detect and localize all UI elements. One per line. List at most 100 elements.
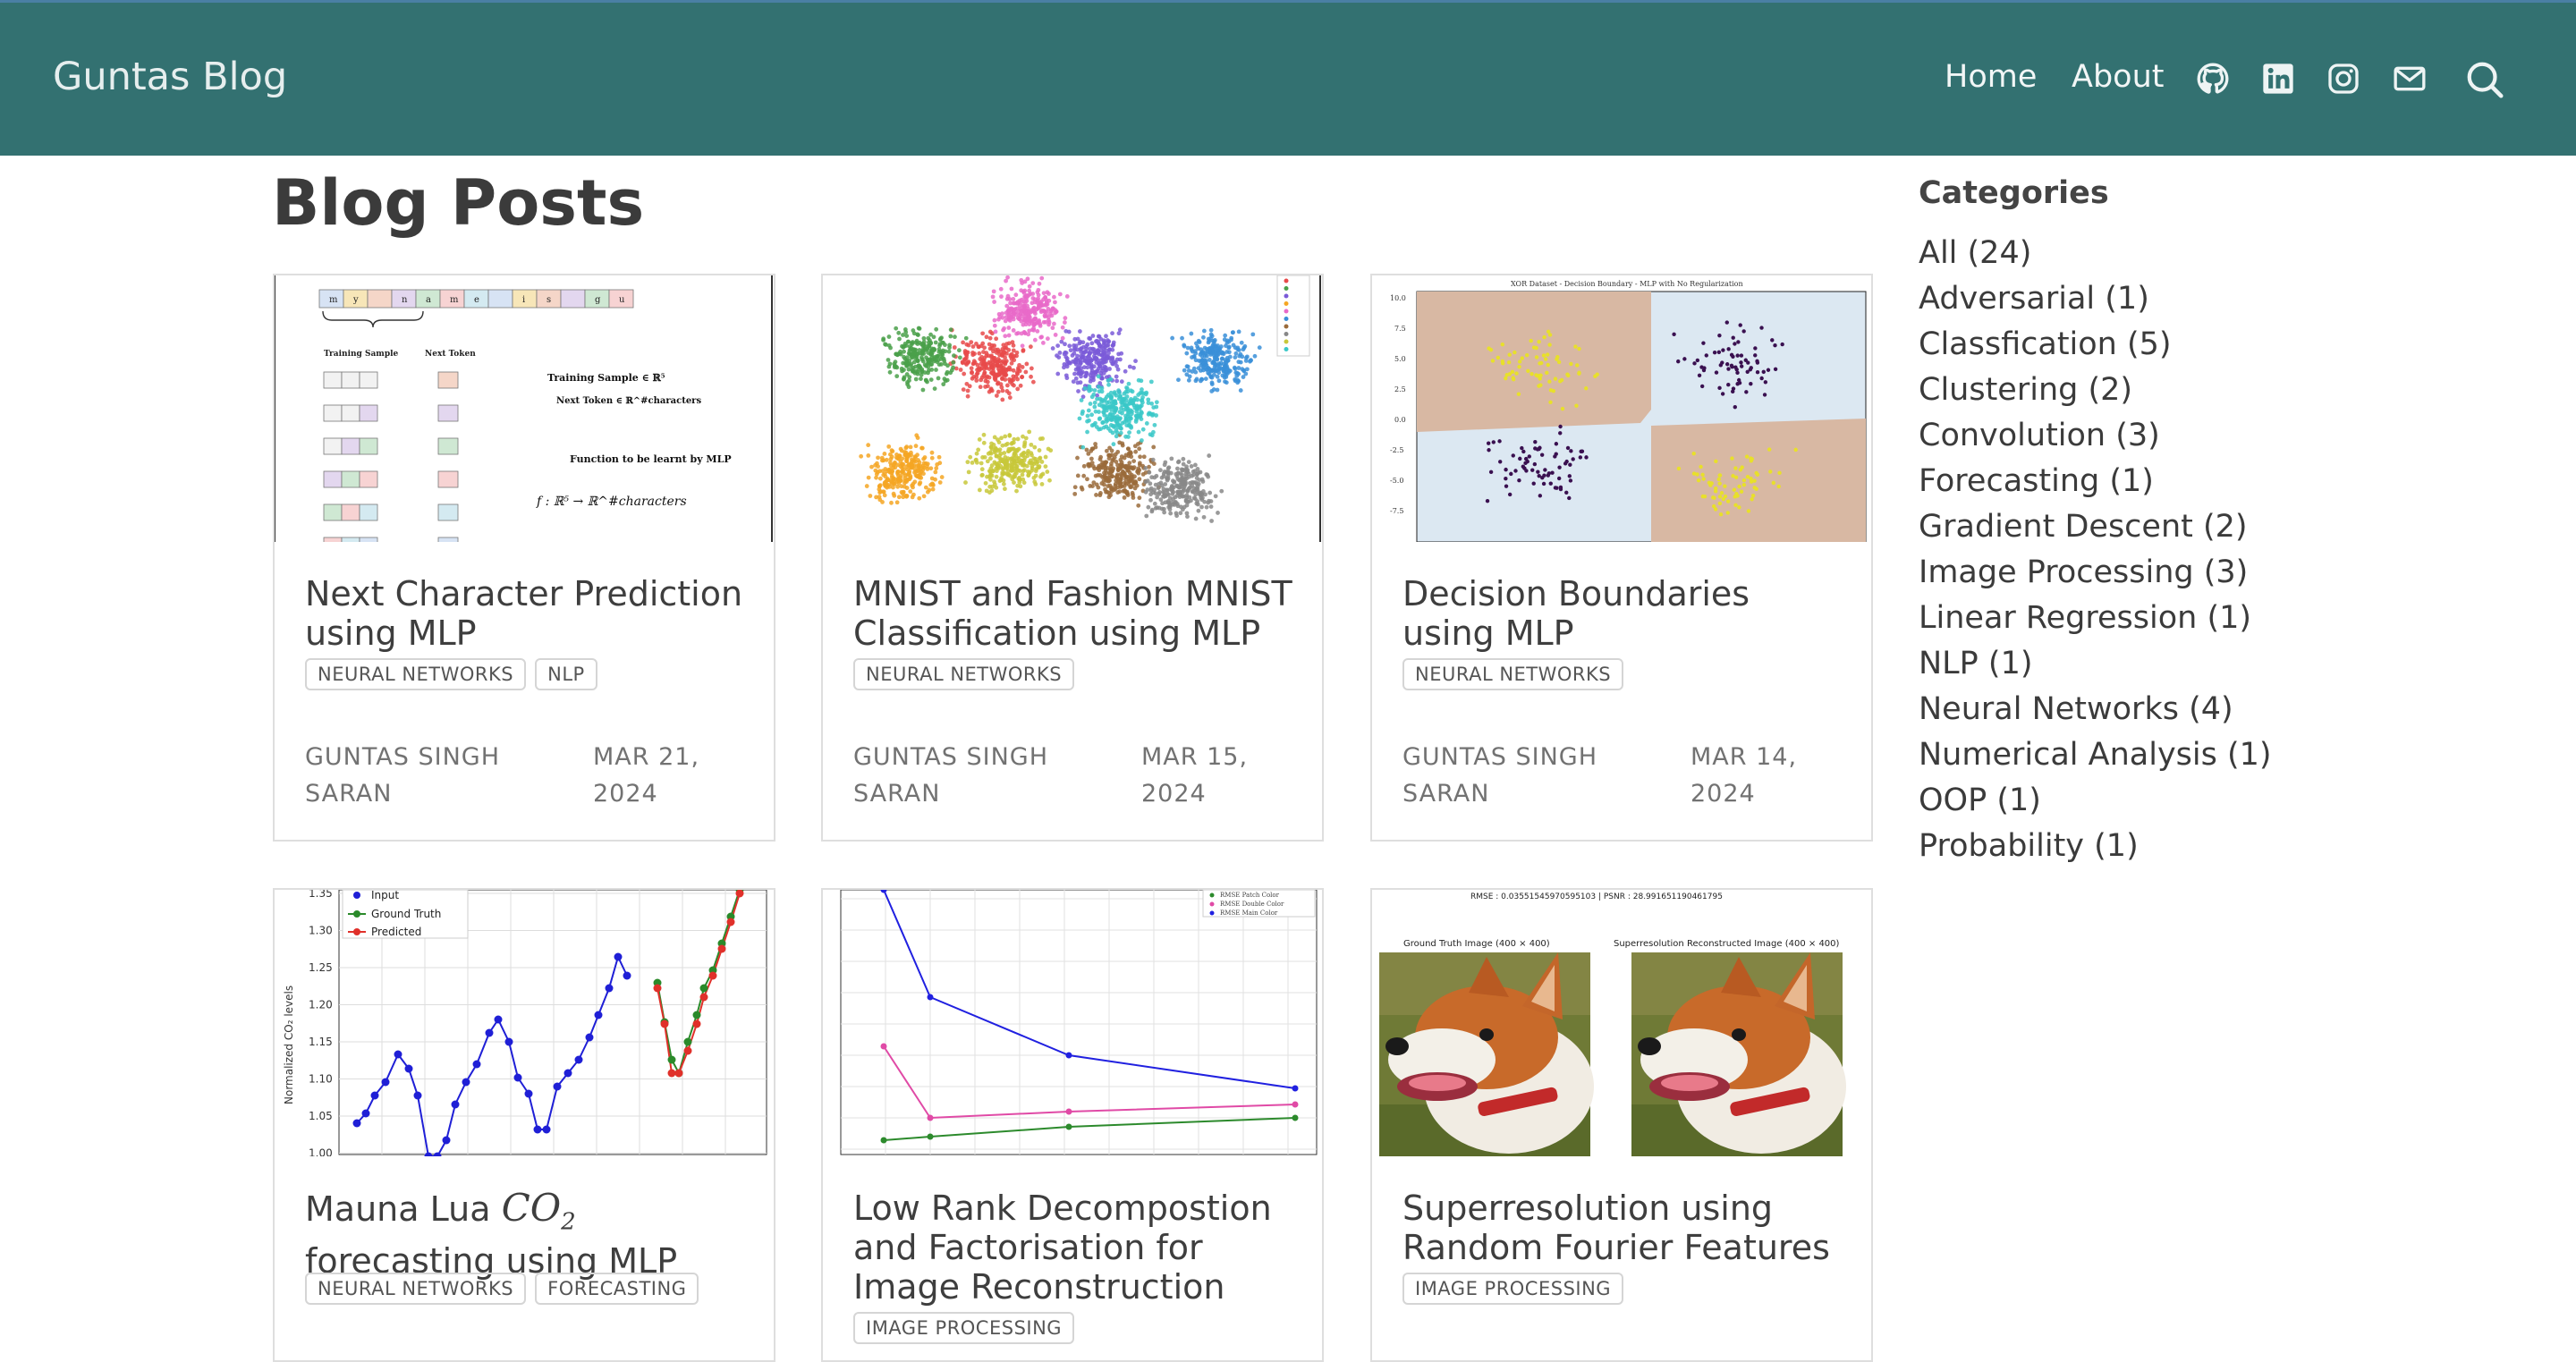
instagram-icon[interactable] [2326, 61, 2361, 97]
post-date: MAR 15, 2024 [1141, 743, 1249, 808]
token-cell: i [512, 289, 538, 309]
category-link[interactable]: Probability (1) [1919, 824, 2272, 869]
post-title[interactable]: Low Rank Decompostion and Factorisation … [853, 1189, 1301, 1307]
post-card[interactable]: XOR Dataset - Decision Boundary - MLP wi… [1370, 274, 1873, 842]
dog-image-ground-truth [1379, 952, 1594, 1156]
category-link[interactable]: Adversarial (1) [1919, 276, 2272, 322]
category-link[interactable]: OOP (1) [1919, 778, 2272, 824]
category-link[interactable]: Gradient Descent (2) [1919, 504, 2272, 550]
post-card[interactable]: RMSE : 0.03551545970595103 | PSNR : 28.9… [1370, 888, 1873, 1362]
token-cell: u [608, 289, 634, 309]
svg-text:m: m [329, 295, 338, 305]
legend-ground-truth: Ground Truth [371, 908, 441, 920]
superres-right-label: Superresolution Reconstructed Image (400… [1614, 939, 1840, 949]
category-link[interactable]: All (24) [1919, 231, 2272, 276]
tag-badge[interactable]: NEURAL NETWORKS [305, 658, 527, 690]
token-cell [487, 289, 513, 309]
category-link[interactable]: Neural Networks (4) [1919, 687, 2272, 732]
tag-badge[interactable]: NEURAL NETWORKS [1402, 658, 1624, 690]
svg-text:-7.5: -7.5 [1390, 507, 1403, 515]
post-title[interactable]: MNIST and Fashion MNIST Classification u… [853, 574, 1301, 653]
post-card[interactable]: MNIST and Fashion MNIST Classification u… [821, 274, 1324, 842]
lr-legend-2: RMSE Main Color [1220, 909, 1278, 917]
email-icon[interactable] [2392, 61, 2428, 97]
token-cell: m [318, 289, 344, 309]
svg-text:a: a [426, 295, 431, 305]
post-thumbnail[interactable]: XOR Dataset - Decision Boundary - MLP wi… [1372, 275, 1871, 542]
svg-text:s: s [547, 295, 551, 305]
github-icon[interactable] [2195, 61, 2231, 97]
svg-text:m: m [450, 295, 459, 305]
brand-link[interactable]: Guntas Blog [53, 55, 287, 99]
post-title[interactable]: Next Character Prediction using MLP [305, 574, 752, 653]
legend-input: Input [371, 890, 399, 901]
linkedin-icon[interactable] [2260, 61, 2296, 97]
post-title[interactable]: Mauna Lua CO2 forecasting using MLP [305, 1189, 752, 1282]
svg-text:y: y [352, 295, 359, 305]
category-link[interactable]: Clustering (2) [1919, 368, 2272, 413]
search-icon[interactable] [2464, 59, 2505, 100]
post-tags: IMAGE PROCESSING [1402, 1273, 1624, 1305]
tag-badge[interactable]: NEURAL NETWORKS [305, 1273, 527, 1305]
next-token-label: Next Token [425, 350, 476, 359]
boundary-plot-title: XOR Dataset - Decision Boundary - MLP wi… [1511, 280, 1743, 288]
category-link[interactable]: NLP (1) [1919, 641, 2272, 687]
category-link[interactable]: Numerical Analysis (1) [1919, 732, 2272, 778]
category-link[interactable]: Classfication (5) [1919, 322, 2272, 368]
token-cell: y [343, 289, 369, 309]
post-card[interactable]: m y n a m e i s g u Training Sample Next Token Tr… [273, 274, 775, 842]
category-link[interactable]: Linear Regression (1) [1919, 596, 2272, 641]
svg-text:1.25: 1.25 [309, 961, 333, 974]
svg-text:n: n [402, 295, 408, 305]
post-tags: NEURAL NETWORKS FORECASTING [305, 1273, 699, 1305]
post-tags: NEURAL NETWORKS [1402, 658, 1624, 690]
post-tags: NEURAL NETWORKS [853, 658, 1075, 690]
tag-badge[interactable]: IMAGE PROCESSING [853, 1312, 1075, 1344]
token-cell: g [584, 289, 610, 309]
svg-text:10.0: 10.0 [1390, 294, 1406, 302]
svg-text:-2.5: -2.5 [1390, 446, 1403, 454]
post-card[interactable]: RMSE Patch Color RMSE Double Color RMSE … [821, 888, 1324, 1362]
legend-predicted: Predicted [371, 926, 421, 938]
dog-image-reconstructed [1631, 952, 1846, 1156]
category-link[interactable]: Image Processing (3) [1919, 550, 2272, 596]
svg-text:1.00: 1.00 [309, 1147, 333, 1157]
tag-badge[interactable]: NLP [535, 658, 597, 690]
post-card[interactable]: 1.35 1.30 1.25 1.20 1.15 1.10 1.05 1.00 Normali… [273, 888, 775, 1362]
nav-about-link[interactable]: About [2072, 59, 2164, 95]
train-equation: Training Sample ∈ ℝ⁵ [547, 372, 665, 384]
svg-text:g: g [595, 295, 601, 305]
svg-text:i: i [522, 295, 525, 305]
tag-badge[interactable]: FORECASTING [535, 1273, 699, 1305]
token-cell: a [415, 289, 441, 309]
post-thumbnail[interactable]: m y n a m e i s g u Training Sample Next Token Tr… [275, 275, 774, 542]
tag-badge[interactable]: IMAGE PROCESSING [1402, 1273, 1624, 1305]
token-cell: e [463, 289, 489, 309]
post-title[interactable]: Decision Boundaries using MLP [1402, 574, 1850, 653]
post-thumbnail[interactable] [823, 275, 1322, 542]
post-date: MAR 14, 2024 [1690, 743, 1798, 808]
navbar: Guntas Blog Home About [0, 0, 2576, 156]
function-equation: f : ℝ⁵ → ℝ^#characters [536, 495, 687, 509]
token-cell: s [536, 289, 562, 309]
svg-text:-5.0: -5.0 [1390, 477, 1403, 485]
svg-text:1.20: 1.20 [309, 999, 333, 1011]
post-thumbnail[interactable]: RMSE Patch Color RMSE Double Color RMSE … [823, 890, 1322, 1156]
post-tags: IMAGE PROCESSING [853, 1312, 1075, 1344]
superres-header: RMSE : 0.03551545970595103 | PSNR : 28.9… [1470, 892, 1723, 901]
svg-text:7.5: 7.5 [1394, 325, 1406, 333]
post-author: GUNTAS SINGH SARAN [853, 743, 1048, 808]
token-cell [560, 289, 586, 309]
superres-left-label: Ground Truth Image (400 × 400) [1403, 939, 1550, 949]
category-link[interactable]: Convolution (3) [1919, 413, 2272, 459]
svg-text:1.10: 1.10 [309, 1073, 333, 1086]
post-thumbnail[interactable]: 1.35 1.30 1.25 1.20 1.15 1.10 1.05 1.00 Normali… [275, 890, 774, 1156]
tag-badge[interactable]: NEURAL NETWORKS [853, 658, 1075, 690]
lr-legend-1: RMSE Double Color [1220, 901, 1284, 908]
category-link[interactable]: Forecasting (1) [1919, 459, 2272, 504]
nav-home-link[interactable]: Home [1945, 59, 2037, 95]
token-cell: m [439, 289, 465, 309]
svg-text:5.0: 5.0 [1394, 355, 1406, 363]
post-thumbnail[interactable]: RMSE : 0.03551545970595103 | PSNR : 28.9… [1372, 890, 1871, 1156]
post-title[interactable]: Superresolution using Random Fourier Fea… [1402, 1189, 1850, 1267]
